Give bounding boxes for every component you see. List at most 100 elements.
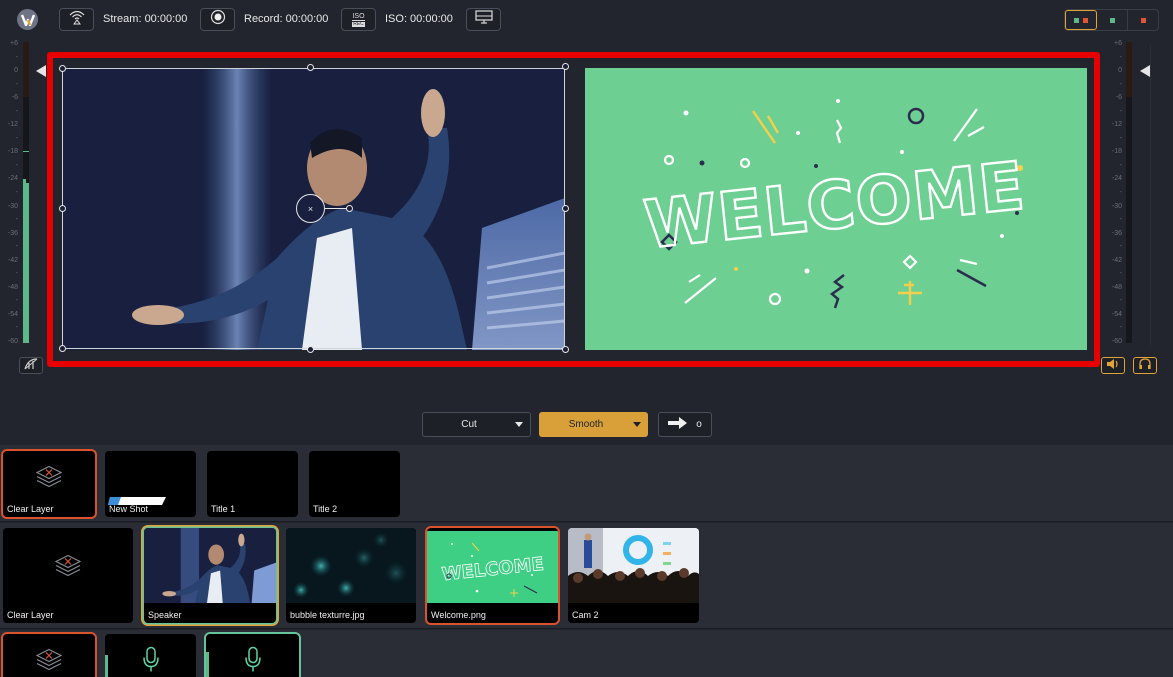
preview-volume-slider-handle[interactable] xyxy=(36,65,46,77)
meter-tick-label: - xyxy=(15,297,18,305)
record-button[interactable] xyxy=(200,8,235,31)
meter-tick-label: -42 xyxy=(7,256,18,264)
resize-handle-right[interactable] xyxy=(562,205,569,212)
program-volume-slider-handle[interactable] xyxy=(1140,65,1150,77)
shot-clear-layer-row2[interactable]: Clear Layer xyxy=(3,528,133,623)
program-speaker-button[interactable] xyxy=(1101,357,1125,374)
headphones-button[interactable] xyxy=(1133,357,1157,374)
bubble-thumbnail xyxy=(286,528,416,603)
resize-handle-top-left[interactable] xyxy=(59,65,66,72)
shot-name: Cam 2 xyxy=(572,610,599,620)
meter-tick-label: - xyxy=(15,134,18,142)
meter-tick-label: - xyxy=(1119,107,1122,115)
shot-welcome[interactable]: WELCOME Welcome.png xyxy=(427,528,558,623)
output-display-button[interactable] xyxy=(466,8,501,31)
right-audio-meter xyxy=(1126,42,1132,343)
rotation-arm xyxy=(325,208,347,209)
meter-tick-label: - xyxy=(1119,161,1122,169)
stream-button[interactable] xyxy=(59,8,94,31)
right-meter-scale: +6 - 0 - -6 - -12 - -18 - -24 - -30 - -36 - -42 - -48 - -54 -… xyxy=(1106,37,1122,349)
meter-tick-label: -18 xyxy=(7,148,18,156)
meter-tick-label: -60 xyxy=(7,338,18,346)
wirecast-logo-icon xyxy=(17,9,38,30)
record-timer: Record: 00:00:00 xyxy=(244,13,329,25)
monitor-icon xyxy=(474,10,493,29)
preview-audio-mute-button[interactable] xyxy=(19,357,43,374)
layout-view-toggle xyxy=(1064,9,1159,31)
meter-tick-label: -12 xyxy=(7,121,18,129)
meter-tick-label: - xyxy=(15,216,18,224)
meter-tick-label: -6 xyxy=(1115,94,1122,102)
meter-clip-zone xyxy=(1126,42,1132,97)
left-meter-level-r xyxy=(26,183,29,343)
clear-layer-icon xyxy=(35,464,63,493)
meter-tick-label: -60 xyxy=(1111,338,1122,346)
headphones-icon xyxy=(1138,357,1152,375)
meter-tick-label: -48 xyxy=(7,283,18,291)
volume-slider-track[interactable] xyxy=(1150,45,1151,345)
clear-layer-icon xyxy=(54,553,82,582)
meter-tick-label: - xyxy=(1119,324,1122,332)
cut-transition-dropdown[interactable]: Cut xyxy=(422,412,531,437)
resize-handle-bottom-left[interactable] xyxy=(59,345,66,352)
meter-tick-label: - xyxy=(1119,80,1122,88)
meter-tick-label: -24 xyxy=(1111,175,1122,183)
meter-tick-label: -36 xyxy=(1111,229,1122,237)
chevron-down-icon xyxy=(515,422,523,427)
shot-cam-2[interactable]: Cam 2 xyxy=(568,528,699,623)
rotation-handle[interactable] xyxy=(346,205,353,212)
smooth-transition-dropdown[interactable]: Smooth xyxy=(539,412,648,437)
meter-tick-label: -30 xyxy=(1111,202,1122,210)
resize-handle-top[interactable] xyxy=(307,64,314,71)
shot-name: Welcome.png xyxy=(431,610,486,620)
shot-audio-mic-2[interactable] xyxy=(206,634,299,677)
meter-tick-label: -30 xyxy=(7,202,18,210)
shot-bubble-texture[interactable]: bubble texturre.jpg xyxy=(286,528,416,623)
welcome-thumbnail: WELCOME xyxy=(427,531,558,603)
preview-only-layout-button[interactable] xyxy=(1097,10,1128,30)
shot-name: Title 1 xyxy=(211,504,236,514)
wirecast-app: Stream: 00:00:00 Record: 00:00:00 ISO RE… xyxy=(0,0,1173,677)
meter-tick-label: +6 xyxy=(10,40,18,47)
shot-title-1[interactable]: Title 1 xyxy=(207,451,298,517)
meter-tick-label: -54 xyxy=(7,310,18,318)
shot-title-2[interactable]: Title 2 xyxy=(309,451,400,517)
row-divider xyxy=(0,628,1173,629)
cam2-thumbnail xyxy=(568,528,699,603)
resize-handle-top-right[interactable] xyxy=(562,63,569,70)
rotation-anchor[interactable]: × xyxy=(296,194,325,223)
shot-name: Clear Layer xyxy=(7,504,54,514)
program-only-layout-button[interactable] xyxy=(1128,10,1158,30)
shot-speaker[interactable]: Speaker xyxy=(144,528,276,623)
resize-handle-left[interactable] xyxy=(59,205,66,212)
meter-tick-label: -48 xyxy=(1111,283,1122,291)
shot-name: Clear Layer xyxy=(7,610,54,620)
meter-tick-label: -18 xyxy=(1111,148,1122,156)
left-meter-scale: +6 - 0 - -6 - -12 - -18 - -24 - -30 - -36 - -42 - -48 - -54 -… xyxy=(2,37,18,349)
meter-tick-label: -54 xyxy=(1111,310,1122,318)
program-square-icon xyxy=(1083,17,1088,23)
microphone-icon xyxy=(142,646,160,677)
meter-tick-label: - xyxy=(15,80,18,88)
resize-handle-bottom-right[interactable] xyxy=(562,346,569,353)
shot-clear-layer-row1[interactable]: Clear Layer xyxy=(3,451,95,517)
meter-tick-label: -24 xyxy=(7,175,18,183)
record-icon xyxy=(210,9,226,30)
preview-program-layout-button[interactable] xyxy=(1065,10,1097,30)
left-meter-peak xyxy=(23,151,29,153)
resize-handle-bottom[interactable] xyxy=(307,346,314,353)
preview-square-icon xyxy=(1109,17,1115,23)
shot-audio-mic-1[interactable] xyxy=(105,634,196,677)
shot-name: Title 2 xyxy=(313,504,338,514)
smooth-label: Smooth xyxy=(568,419,604,430)
stream-timer: Stream: 00:00:00 xyxy=(103,13,188,25)
meter-tick-label: - xyxy=(1119,53,1122,61)
meter-tick-label: - xyxy=(1119,216,1122,224)
go-button[interactable]: o xyxy=(658,412,712,437)
shot-clear-layer-row3[interactable] xyxy=(3,634,95,677)
speaker-icon xyxy=(1106,357,1120,375)
meter-tick-label: -6 xyxy=(11,94,18,102)
iso-record-button[interactable]: ISO REC xyxy=(341,8,376,31)
shot-new-shot[interactable]: New Shot xyxy=(105,451,196,517)
meter-tick-label: - xyxy=(1119,189,1122,197)
